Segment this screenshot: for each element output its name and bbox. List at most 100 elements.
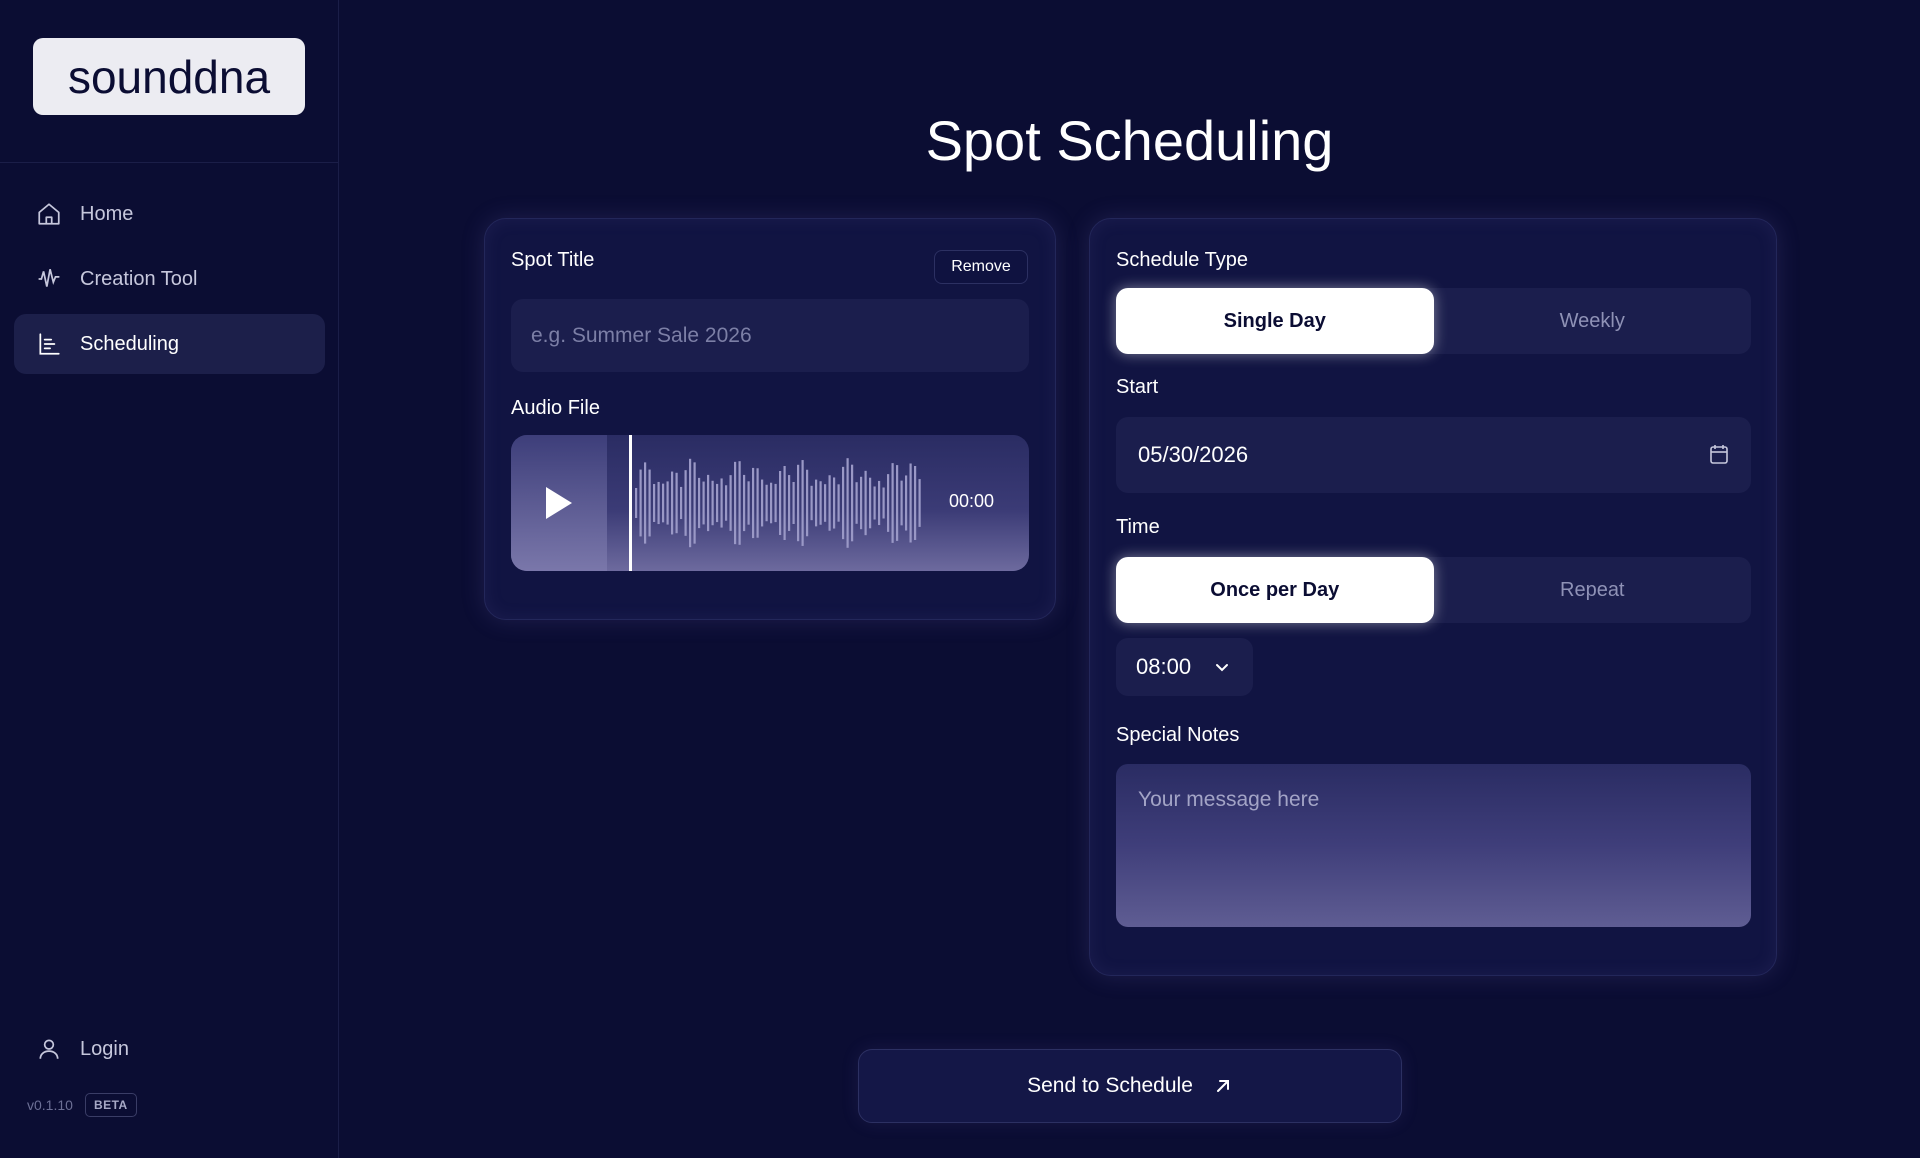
chart-icon bbox=[36, 331, 62, 357]
waveform-bar bbox=[882, 487, 885, 519]
waveform-bar bbox=[792, 481, 795, 525]
waveform-bar bbox=[693, 462, 696, 544]
waveform-bar bbox=[779, 470, 782, 536]
play-icon bbox=[546, 487, 572, 519]
home-icon bbox=[36, 201, 62, 227]
spot-title-input[interactable] bbox=[511, 299, 1029, 372]
waveform-bar bbox=[770, 482, 773, 524]
sidebar-item-home[interactable]: Home bbox=[14, 184, 325, 244]
page-title: Spot Scheduling bbox=[925, 109, 1334, 172]
waveform-bar bbox=[671, 471, 674, 535]
waveform-bar bbox=[765, 484, 768, 522]
waveform-display[interactable] bbox=[633, 453, 923, 553]
waveform-bar bbox=[666, 481, 669, 525]
login-label: Login bbox=[80, 1037, 129, 1060]
waveform-bar bbox=[896, 465, 899, 541]
waveform-bar bbox=[783, 466, 786, 540]
start-date-input[interactable]: 05/30/2026 bbox=[1116, 417, 1751, 493]
waveform-bar bbox=[873, 486, 876, 520]
waveform-bar bbox=[824, 484, 827, 522]
login-link[interactable]: Login bbox=[36, 1036, 129, 1062]
spot-card: Spot Title Remove Audio File 00:00 bbox=[484, 218, 1056, 620]
waveform-bar bbox=[720, 478, 723, 528]
sidebar-item-creation-tool[interactable]: Creation Tool bbox=[14, 249, 325, 309]
waveform-bar bbox=[729, 475, 732, 531]
audio-time: 00:00 bbox=[949, 491, 995, 511]
app-root: sounddna Home Creation Tool Scheduling L… bbox=[0, 0, 1920, 1158]
audio-file-label: Audio File bbox=[511, 397, 600, 419]
waveform-bar bbox=[734, 461, 737, 545]
special-notes-textarea[interactable] bbox=[1116, 764, 1751, 927]
remove-button[interactable]: Remove bbox=[934, 250, 1028, 284]
waveform-bar bbox=[698, 477, 701, 529]
start-label: Start bbox=[1116, 376, 1159, 398]
waveform-bar bbox=[806, 469, 809, 537]
time-value: 08:00 bbox=[1136, 654, 1192, 679]
waveform-bar bbox=[815, 479, 818, 527]
waveform-bar bbox=[662, 483, 665, 523]
sidebar: sounddna Home Creation Tool Scheduling L… bbox=[0, 0, 339, 1158]
chevron-down-icon bbox=[1216, 664, 1228, 672]
time-label: Time bbox=[1116, 516, 1160, 538]
sidebar-item-label: Scheduling bbox=[80, 332, 179, 355]
play-button[interactable] bbox=[511, 435, 607, 571]
waveform-bar bbox=[725, 485, 728, 521]
spot-title-label: Spot Title bbox=[511, 249, 595, 271]
waveform-bar bbox=[900, 480, 903, 526]
waveform-bar bbox=[644, 462, 647, 544]
waveform-bar bbox=[864, 470, 867, 536]
waveform-bar bbox=[788, 475, 791, 531]
waveform-bar bbox=[909, 463, 912, 543]
user-icon bbox=[36, 1036, 62, 1062]
waveform-bar bbox=[639, 469, 642, 537]
audio-player: 00:00 bbox=[511, 435, 1029, 571]
sidebar-item-label: Home bbox=[80, 202, 134, 225]
waveform-bar bbox=[851, 464, 854, 542]
waveform-bar bbox=[657, 481, 660, 525]
sidebar-item-scheduling[interactable]: Scheduling bbox=[14, 314, 325, 374]
brand-logo[interactable]: sounddna bbox=[33, 38, 305, 115]
waveform-bar bbox=[855, 482, 858, 524]
waveform-bar bbox=[743, 474, 746, 532]
time-mode-repeat[interactable]: Repeat bbox=[1434, 557, 1752, 623]
start-date-value: 05/30/2026 bbox=[1138, 442, 1249, 467]
waveform-bar bbox=[914, 465, 917, 541]
waveform-bar bbox=[819, 481, 822, 525]
waveform-bar bbox=[774, 483, 777, 523]
waveform-bar bbox=[860, 476, 863, 530]
waveform-bar bbox=[716, 483, 719, 523]
schedule-type-single-day[interactable]: Single Day bbox=[1116, 288, 1434, 354]
waveform-bar bbox=[810, 485, 813, 521]
waveform-bar bbox=[905, 475, 908, 531]
time-mode-toggle: Once per Day Repeat bbox=[1116, 557, 1751, 623]
waveform-bar bbox=[846, 458, 849, 548]
beta-badge: BETA bbox=[84, 1093, 137, 1117]
special-notes-label: Special Notes bbox=[1116, 724, 1240, 746]
waveform-bar bbox=[887, 474, 890, 532]
waveform-bar bbox=[752, 467, 755, 539]
waveform-bar bbox=[918, 479, 921, 527]
version-text: v0.1.10 bbox=[27, 1097, 73, 1113]
send-to-schedule-button[interactable]: Send to Schedule bbox=[858, 1049, 1402, 1123]
sidebar-divider bbox=[0, 162, 339, 163]
waveform-bar bbox=[711, 480, 714, 526]
waveform-bar bbox=[761, 479, 764, 527]
waveform-bar bbox=[680, 486, 683, 520]
time-mode-once-per-day[interactable]: Once per Day bbox=[1116, 557, 1434, 623]
schedule-type-label: Schedule Type bbox=[1116, 249, 1248, 271]
waveform-bar bbox=[675, 472, 678, 534]
calendar-icon[interactable] bbox=[1709, 443, 1729, 465]
waveform-bar bbox=[648, 469, 651, 537]
time-select[interactable]: 08:00 bbox=[1116, 638, 1253, 696]
schedule-type-weekly[interactable]: Weekly bbox=[1434, 288, 1752, 354]
waveform-bar bbox=[702, 481, 705, 525]
waveform-bar bbox=[833, 477, 836, 529]
waveform-bar bbox=[869, 477, 872, 529]
waveform-bar bbox=[738, 461, 741, 545]
waveform-icon bbox=[36, 266, 62, 292]
waveform-bar bbox=[747, 481, 750, 525]
waveform-bar bbox=[684, 470, 687, 536]
playhead[interactable] bbox=[629, 435, 632, 571]
waveform-bar bbox=[797, 464, 800, 542]
arrow-up-right-icon bbox=[1216, 1080, 1229, 1092]
